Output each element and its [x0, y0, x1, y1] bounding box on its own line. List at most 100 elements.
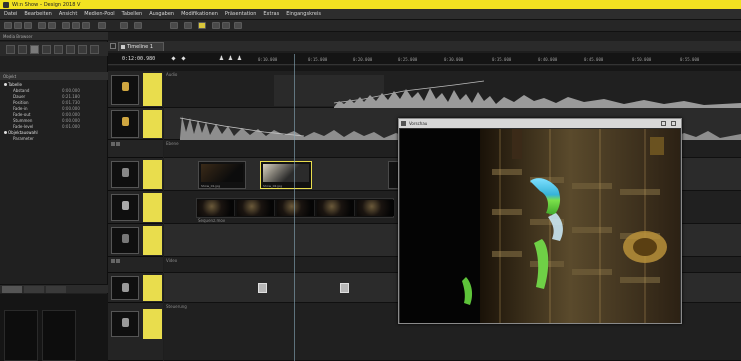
- track-header-video-1[interactable]: [108, 158, 163, 191]
- menu-ansicht[interactable]: Ansicht: [59, 11, 77, 17]
- mute-icon[interactable]: [111, 259, 115, 263]
- trim-tool-icon[interactable]: [42, 45, 51, 54]
- bottom-tab-1[interactable]: [2, 286, 22, 293]
- menu-bearbeiten[interactable]: Bearbeiten: [24, 11, 51, 17]
- record-icon[interactable]: [170, 22, 178, 29]
- marker-icon[interactable]: ⬥: [170, 55, 177, 62]
- menu-modifikationen[interactable]: Modifikationen: [181, 11, 218, 17]
- track-headers: [108, 71, 163, 361]
- playhead[interactable]: [294, 54, 295, 361]
- cue-marker[interactable]: [258, 283, 267, 293]
- track-thumbnail: [111, 311, 139, 337]
- group-icon[interactable]: ♟: [236, 55, 243, 62]
- track-header-group-2[interactable]: [108, 257, 163, 273]
- track-header-audio-1[interactable]: [108, 71, 163, 108]
- time-ruler[interactable]: 0:12:00.980 ⬥ ⬥ ♟ ♟ ♟ 0:10.000 0:15.000 …: [108, 53, 741, 65]
- track-header-audio-2[interactable]: [108, 108, 163, 140]
- image-clip[interactable]: Show_01.jpg: [198, 161, 246, 189]
- main-toolbar: [0, 20, 741, 32]
- app-icon: [3, 1, 9, 8]
- copy-icon[interactable]: [72, 22, 80, 29]
- tree-label: Fade-out: [13, 112, 31, 117]
- menu-ausgaben[interactable]: Ausgaben: [149, 11, 174, 17]
- track-header-video-2[interactable]: [108, 191, 163, 224]
- move-tool-icon[interactable]: [18, 45, 27, 54]
- menu-tabellen[interactable]: Tabellen: [122, 11, 143, 17]
- track-controls: [111, 142, 121, 148]
- tree-value[interactable]: 0:00.000: [62, 106, 80, 111]
- preview-icon: [401, 121, 406, 126]
- solo-icon[interactable]: [116, 259, 120, 263]
- snap-icon[interactable]: [184, 22, 192, 29]
- lane-audio-1[interactable]: Audio: [164, 71, 741, 108]
- marker-icon[interactable]: ⬥: [180, 55, 187, 62]
- bottom-tab-2[interactable]: [24, 286, 44, 293]
- highlight-tool-icon[interactable]: [198, 22, 206, 29]
- tab-timeline-label: Timeline 1: [127, 44, 154, 50]
- tree-group-label: Objektauswahl: [8, 130, 38, 135]
- paste-icon[interactable]: [82, 22, 90, 29]
- tree-value[interactable]: 0:00.000: [62, 118, 80, 123]
- image-clip-selected[interactable]: Show_02.jpg: [260, 161, 312, 189]
- select-tool-icon[interactable]: [30, 45, 39, 54]
- group-icon[interactable]: ♟: [218, 55, 225, 62]
- marker-tool-icon[interactable]: [78, 45, 87, 54]
- fade-tool-icon[interactable]: [66, 45, 75, 54]
- tick-label: 0:55.000: [680, 57, 700, 62]
- tree-value[interactable]: 0:01.730: [62, 100, 80, 105]
- solo-icon[interactable]: [116, 142, 120, 146]
- minimize-icon[interactable]: [661, 121, 666, 126]
- mute-icon[interactable]: [111, 142, 115, 146]
- add-tab-icon[interactable]: [110, 43, 116, 49]
- expand-icon[interactable]: [4, 83, 7, 86]
- track-header-control-2[interactable]: [108, 303, 163, 361]
- new-file-icon[interactable]: [4, 22, 12, 29]
- menu-praesentation[interactable]: Präsentation: [225, 11, 257, 17]
- menu-eingangskreis[interactable]: Eingangskreis: [286, 11, 321, 17]
- preview-title-bar[interactable]: Vorschau: [399, 119, 681, 128]
- zoom-in-icon[interactable]: [212, 22, 220, 29]
- tree-value[interactable]: 0:00.000: [62, 112, 80, 117]
- tree-row[interactable]: Parameter: [4, 136, 104, 142]
- play-icon[interactable]: [120, 22, 128, 29]
- left-panel: Media Browser Objekt Tabelle Abstand 0:00…: [0, 32, 108, 361]
- tree-value[interactable]: 0:01.000: [62, 124, 80, 129]
- menu-datei[interactable]: Datei: [4, 11, 17, 17]
- track-header-control[interactable]: [108, 273, 163, 303]
- expand-icon[interactable]: [4, 131, 7, 134]
- picture-icon: [122, 234, 129, 243]
- redo-icon[interactable]: [48, 22, 56, 29]
- save-icon[interactable]: [24, 22, 32, 29]
- cut-icon[interactable]: [62, 22, 70, 29]
- preview-image: [400, 129, 680, 323]
- track-header-video-3[interactable]: [108, 224, 163, 257]
- left-panel-header: Media Browser: [0, 32, 108, 41]
- pointer-tool-icon[interactable]: [6, 45, 15, 54]
- bottom-tab-3[interactable]: [46, 286, 66, 293]
- video-clip[interactable]: [196, 198, 395, 218]
- tab-timeline-1[interactable]: Timeline 1: [118, 42, 164, 51]
- open-file-icon[interactable]: [14, 22, 22, 29]
- track-color-marker: [143, 160, 162, 189]
- track-header-group[interactable]: [108, 140, 163, 158]
- undo-icon[interactable]: [38, 22, 46, 29]
- group-icon[interactable]: ♟: [227, 55, 234, 62]
- stop-icon[interactable]: [134, 22, 142, 29]
- split-tool-icon[interactable]: [54, 45, 63, 54]
- hand-tool-icon[interactable]: [90, 45, 99, 54]
- menu-medien-pool[interactable]: Medien-Pool: [84, 11, 114, 17]
- clip-thumbnail: [263, 164, 309, 182]
- tree-value[interactable]: 0:21.180: [62, 94, 80, 99]
- tree-label: Stummen: [13, 118, 33, 123]
- zoom-out-icon[interactable]: [222, 22, 230, 29]
- settings-icon[interactable]: [234, 22, 242, 29]
- delete-icon[interactable]: [98, 22, 106, 29]
- tree-value[interactable]: 0:00.000: [62, 88, 80, 93]
- tree-group-label: Tabelle: [8, 82, 22, 87]
- menu-extras[interactable]: Extras: [263, 11, 279, 17]
- close-icon[interactable]: [671, 121, 676, 126]
- track-color-marker: [143, 275, 162, 301]
- cue-marker[interactable]: [340, 283, 349, 293]
- preview-window[interactable]: Vorschau: [398, 118, 682, 324]
- control-icon: [122, 318, 129, 327]
